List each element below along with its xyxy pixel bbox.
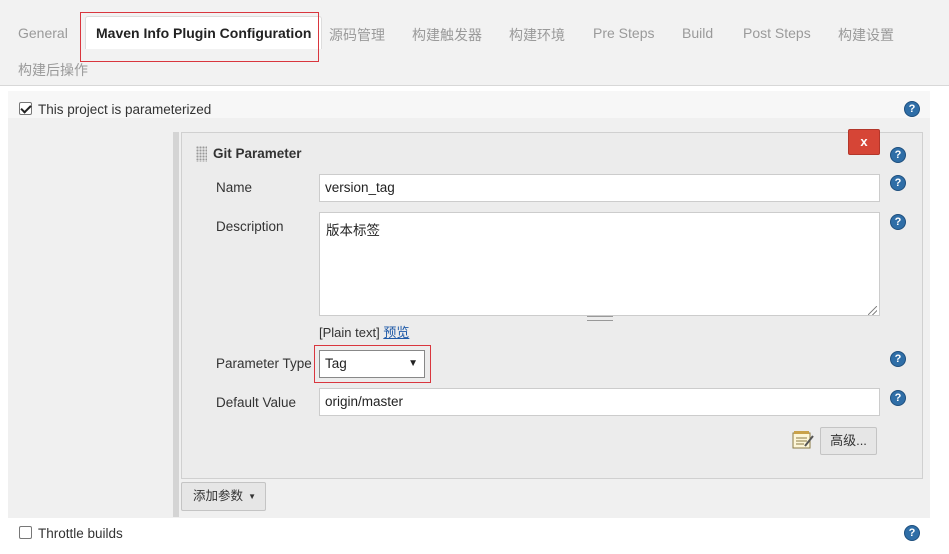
textarea-resize-corner[interactable] [868,306,877,315]
preview-link[interactable]: 预览 [383,325,409,340]
drag-handle-icon[interactable] [196,146,207,162]
default-value-help-icon[interactable]: ? [890,390,906,406]
description-format-note: [Plain text] 预览 [319,322,409,341]
add-parameter-button[interactable]: 添加参数 ▼ [181,482,266,511]
plain-text-label: [Plain text] [319,325,380,340]
default-value-input[interactable]: origin/master [319,388,880,416]
delete-parameter-button[interactable]: x [848,129,880,155]
tab-general[interactable]: General [18,25,68,41]
default-value-label: Default Value [216,395,297,410]
textarea-resize-handle[interactable] [587,316,613,321]
tab-source-management[interactable]: 源码管理 [329,25,385,45]
parameter-type-highlight-annotation [314,345,431,383]
tab-build[interactable]: Build [682,25,713,41]
notepad-icon [792,431,814,449]
parameterized-help-icon[interactable]: ? [904,101,920,117]
tab-post-steps[interactable]: Post Steps [743,25,811,41]
parameterized-checkbox[interactable] [19,102,32,115]
description-help-icon[interactable]: ? [890,214,906,230]
tab-build-settings[interactable]: 构建设置 [838,25,894,45]
config-main-area: This project is parameterized ? Git Para… [0,86,949,554]
name-label: Name [216,180,253,195]
parameter-type-help-icon[interactable]: ? [890,351,906,367]
caret-down-icon: ▼ [248,492,256,501]
advanced-button[interactable]: 高级... [820,427,877,455]
parameterized-label: This project is parameterized [38,102,212,117]
tab-post-build-actions[interactable]: 构建后操作 [18,60,88,80]
name-help-icon[interactable]: ? [890,175,906,191]
description-textarea[interactable]: 版本标签 [319,212,880,316]
tab-pre-steps[interactable]: Pre Steps [593,25,654,41]
tab-build-environment[interactable]: 构建环境 [509,25,565,45]
git-parameter-help-icon[interactable]: ? [890,147,906,163]
throttle-builds-checkbox[interactable] [19,526,32,539]
tab-highlight-annotation [80,12,319,62]
add-parameter-label: 添加参数 [193,489,244,503]
name-input[interactable]: version_tag [319,174,880,202]
throttle-builds-help-icon[interactable]: ? [904,525,920,541]
tab-build-triggers[interactable]: 构建触发器 [412,25,482,45]
throttle-builds-label: Throttle builds [38,526,123,541]
parameter-type-label: Parameter Type [216,356,312,371]
git-parameter-title: Git Parameter [213,146,302,161]
parameter-list-border [173,132,179,517]
description-label: Description [216,219,284,234]
